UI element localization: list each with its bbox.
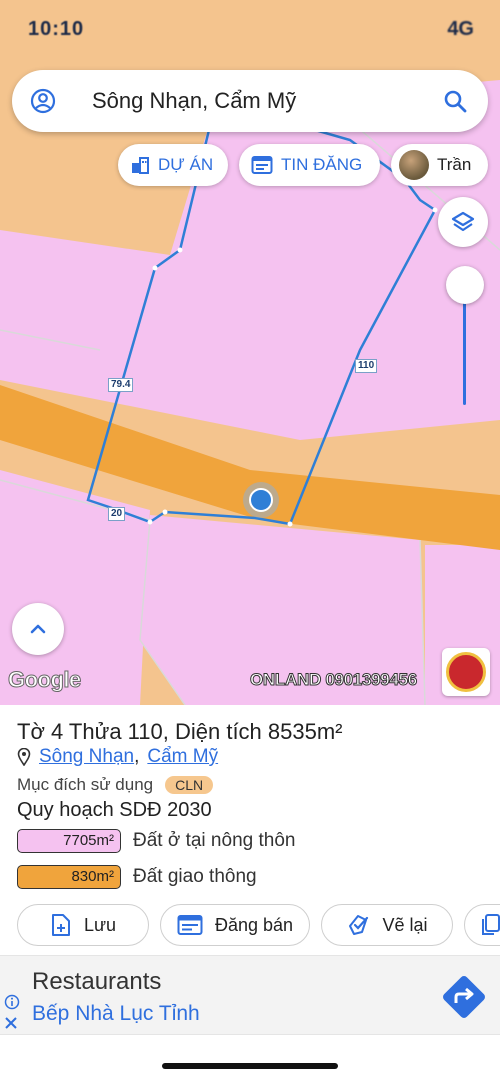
brand-logo[interactable] bbox=[442, 648, 490, 696]
search-bar[interactable]: Sông Nhạn, Cẩm Mỹ bbox=[12, 70, 488, 132]
info-icon[interactable] bbox=[4, 994, 20, 1010]
parcel-info-panel: Tờ 4 Thửa 110, Diện tích 8535m² Sông Nhạ… bbox=[0, 705, 500, 1080]
ad-title[interactable]: Restaurants bbox=[32, 968, 161, 996]
search-query[interactable]: Sông Nhạn, Cẩm Mỹ bbox=[92, 88, 296, 114]
commune-link[interactable]: Sông Nhạn bbox=[39, 746, 134, 768]
sell-button[interactable]: Đăng bán bbox=[160, 904, 310, 946]
opacity-slider-thumb[interactable] bbox=[446, 266, 484, 304]
land-use-name: Đất ở tại nông thôn bbox=[133, 830, 296, 851]
chevron-up-icon bbox=[30, 624, 46, 634]
land-use-row: 7705m² Đất ở tại nông thôn bbox=[17, 829, 295, 853]
add-file-icon bbox=[51, 914, 70, 936]
edge-label: 110 bbox=[355, 359, 378, 373]
redraw-button[interactable]: Vẽ lại bbox=[321, 904, 453, 946]
directions-icon[interactable] bbox=[440, 973, 488, 1021]
location-separator: , bbox=[134, 746, 140, 767]
google-logo: Google bbox=[8, 667, 82, 693]
layers-icon bbox=[451, 211, 475, 232]
ad-subtitle[interactable]: Bếp Nhà Lục Tỉnh bbox=[32, 1002, 200, 1026]
watermark: ONLAND 0901399456 bbox=[250, 670, 418, 690]
chip-user-label: Trần bbox=[437, 155, 472, 174]
land-use-area: 7705m² bbox=[17, 829, 121, 853]
save-button[interactable]: Lưu bbox=[17, 904, 149, 946]
land-use-name: Đất giao thông bbox=[133, 866, 257, 887]
ad-banner[interactable]: Restaurants Bếp Nhà Lục Tỉnh bbox=[0, 955, 500, 1035]
chip-user[interactable]: Trần bbox=[391, 144, 488, 186]
copy-button[interactable] bbox=[464, 904, 500, 946]
collapse-panel-button[interactable] bbox=[12, 603, 64, 655]
close-icon[interactable] bbox=[4, 1016, 18, 1030]
edge-label: 20 bbox=[108, 507, 126, 521]
redraw-label: Vẽ lại bbox=[382, 914, 428, 935]
listing-icon bbox=[177, 915, 203, 935]
building-icon bbox=[132, 157, 149, 174]
parcel-location: Sông Nhạn , Cẩm Mỹ bbox=[17, 746, 218, 768]
sell-label: Đăng bán bbox=[214, 914, 294, 935]
land-use-area: 830m² bbox=[17, 865, 121, 889]
search-icon[interactable] bbox=[442, 88, 468, 114]
listing-icon bbox=[251, 156, 273, 174]
save-label: Lưu bbox=[83, 914, 117, 935]
chip-tin-dang-label: TIN ĐĂNG bbox=[281, 155, 363, 174]
draw-icon bbox=[349, 915, 369, 935]
chip-du-an-label: DỰ ÁN bbox=[158, 155, 214, 174]
district-link[interactable]: Cẩm Mỹ bbox=[147, 746, 218, 768]
map-view[interactable]: 10:10 4G Sông Nhạn, Cẩm Mỹ DỰ ÁN TIN ĐĂN… bbox=[0, 0, 500, 705]
location-pin-icon bbox=[17, 748, 31, 766]
copy-icon bbox=[482, 914, 500, 935]
edge-label: 79.4 bbox=[108, 378, 134, 392]
user-icon[interactable] bbox=[30, 88, 56, 114]
chip-du-an[interactable]: DỰ ÁN bbox=[118, 144, 228, 186]
avatar bbox=[399, 150, 429, 180]
plan-title: Quy hoạch SDĐ 2030 bbox=[17, 799, 212, 821]
land-use-row: 830m² Đất giao thông bbox=[17, 865, 257, 889]
purpose-row: Mục đích sử dụng CLN bbox=[17, 775, 214, 795]
layers-button[interactable] bbox=[438, 197, 488, 247]
brand-seal-icon bbox=[446, 652, 486, 692]
parcel-title: Tờ 4 Thửa 110, Diện tích 8535m² bbox=[17, 719, 343, 744]
status-indicators: 4G bbox=[447, 18, 474, 40]
purpose-label: Mục đích sử dụng bbox=[17, 775, 154, 794]
action-bar: Lưu Đăng bán Vẽ lại bbox=[17, 904, 500, 948]
purpose-badge: CLN bbox=[165, 776, 214, 794]
status-time: 10:10 bbox=[28, 18, 85, 40]
chip-tin-dang[interactable]: TIN ĐĂNG bbox=[239, 144, 380, 186]
home-indicator[interactable] bbox=[162, 1063, 338, 1069]
